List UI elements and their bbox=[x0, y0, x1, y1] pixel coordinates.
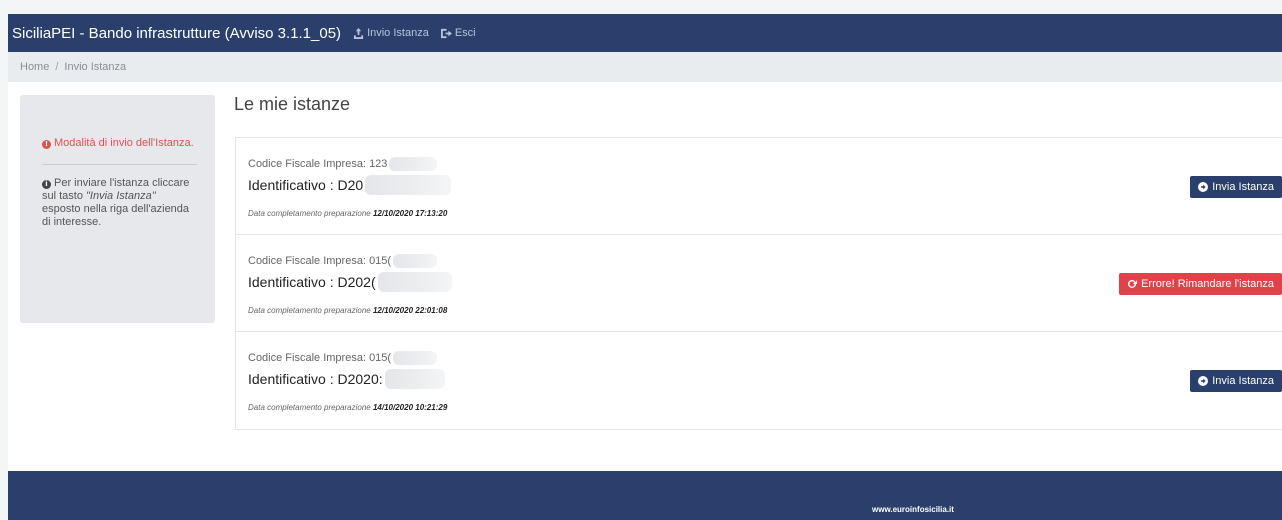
id-label: Identificativo : bbox=[248, 177, 334, 193]
sidebar-info-emph: "Invia Istanza" bbox=[86, 190, 156, 202]
upload-icon bbox=[353, 27, 364, 39]
date-row: Data completamento preparazione 12/10/20… bbox=[248, 209, 1282, 218]
sidebar-warning-text: Modalità di invio dell'Istanza. bbox=[54, 137, 194, 149]
list-item: Codice Fiscale Impresa: 015( Identificat… bbox=[236, 235, 1282, 332]
cf-label: Codice Fiscale Impresa: bbox=[248, 352, 366, 364]
button-label: Errore! Rimandare l'istanza bbox=[1141, 278, 1274, 290]
breadcrumb-home[interactable]: Home bbox=[20, 61, 49, 73]
cf-row: Codice Fiscale Impresa: 015( bbox=[248, 351, 1282, 365]
invia-istanza-button[interactable]: Invia Istanza bbox=[1190, 176, 1282, 198]
id-value: D202( bbox=[337, 274, 376, 290]
id-value: D2020: bbox=[337, 371, 383, 387]
istanze-list: Codice Fiscale Impresa: 123 Identificati… bbox=[235, 137, 1282, 430]
cf-label: Codice Fiscale Impresa: bbox=[248, 158, 366, 170]
breadcrumb-current: Invio Istanza bbox=[64, 61, 127, 73]
redacted-blur bbox=[389, 157, 438, 171]
date-value: 14/10/2020 10:21:29 bbox=[372, 403, 448, 412]
info-circle-icon: i bbox=[42, 180, 51, 189]
date-value: 12/10/2020 22:01:08 bbox=[372, 306, 448, 315]
id-value: D20 bbox=[337, 177, 364, 193]
redacted-blur bbox=[377, 272, 452, 292]
brand-title[interactable]: SiciliaPEI - Bando infrastrutture (Avvis… bbox=[12, 25, 341, 42]
sidebar-divider bbox=[42, 164, 197, 165]
redacted-blur bbox=[393, 351, 438, 365]
nav-link-invio-istanza[interactable]: Invio Istanza bbox=[353, 27, 429, 39]
page-title: Le mie istanze bbox=[234, 94, 351, 114]
nav-link-label: Invio Istanza bbox=[367, 27, 429, 39]
button-label: Invia Istanza bbox=[1212, 181, 1274, 193]
date-label: Data completamento preparazione bbox=[248, 403, 371, 412]
list-item: Codice Fiscale Impresa: 015( Identificat… bbox=[236, 332, 1282, 429]
footer-website-link[interactable]: www.euroinfosicilia.it bbox=[872, 505, 954, 514]
date-label: Data completamento preparazione bbox=[248, 306, 371, 315]
sidebar-info: i Per inviare l'istanza cliccare sul tast… bbox=[42, 177, 197, 229]
invia-istanza-button[interactable]: Invia Istanza bbox=[1190, 370, 1282, 392]
cf-label: Codice Fiscale Impresa: bbox=[248, 255, 366, 267]
cf-row: Codice Fiscale Impresa: 123 bbox=[248, 157, 1282, 171]
date-value: 12/10/2020 17:13:20 bbox=[372, 209, 448, 218]
redacted-blur bbox=[365, 175, 452, 195]
exclamation-circle-icon: ! bbox=[42, 140, 51, 149]
nav-link-label: Esci bbox=[454, 27, 476, 39]
page: SiciliaPEI - Bando infrastrutture (Avvis… bbox=[8, 14, 1282, 520]
redacted-blur bbox=[393, 254, 438, 268]
cf-row: Codice Fiscale Impresa: 015( bbox=[248, 254, 1282, 268]
id-label: Identificativo : bbox=[248, 371, 334, 387]
sign-out-icon bbox=[440, 28, 452, 38]
refresh-icon bbox=[1128, 279, 1138, 288]
breadcrumb: Home / Invio Istanza bbox=[8, 52, 1282, 82]
navbar: SiciliaPEI - Bando infrastrutture (Avvis… bbox=[8, 14, 1282, 52]
id-label: Identificativo : bbox=[248, 274, 334, 290]
breadcrumb-separator: / bbox=[55, 61, 59, 73]
sidebar-warning: ! Modalità di invio dell'Istanza. bbox=[42, 137, 197, 150]
date-row: Data completamento preparazione 14/10/20… bbox=[248, 403, 1282, 412]
redacted-blur bbox=[384, 369, 445, 389]
date-label: Data completamento preparazione bbox=[248, 209, 371, 218]
cf-value: 123 bbox=[369, 158, 388, 170]
nav-link-esci[interactable]: Esci bbox=[440, 27, 476, 39]
id-row: Identificativo : D20 bbox=[248, 175, 1282, 195]
arrow-circle-right-icon bbox=[1198, 182, 1209, 192]
date-row: Data completamento preparazione 12/10/20… bbox=[248, 306, 1282, 315]
sidebar-info-suffix: esposto nella riga dell'azienda di inter… bbox=[42, 203, 190, 228]
cf-value: 015( bbox=[369, 352, 392, 364]
list-item: Codice Fiscale Impresa: 123 Identificati… bbox=[236, 138, 1282, 235]
button-label: Invia Istanza bbox=[1212, 375, 1274, 387]
sidebar-panel: ! Modalità di invio dell'Istanza. i Per in… bbox=[20, 95, 215, 323]
rimandare-istanza-button[interactable]: Errore! Rimandare l'istanza bbox=[1119, 273, 1282, 295]
arrow-circle-right-icon bbox=[1198, 376, 1209, 386]
cf-value: 015( bbox=[369, 255, 392, 267]
footer: www.euroinfosicilia.it bbox=[8, 471, 1282, 520]
id-row: Identificativo : D2020: bbox=[248, 369, 1282, 389]
